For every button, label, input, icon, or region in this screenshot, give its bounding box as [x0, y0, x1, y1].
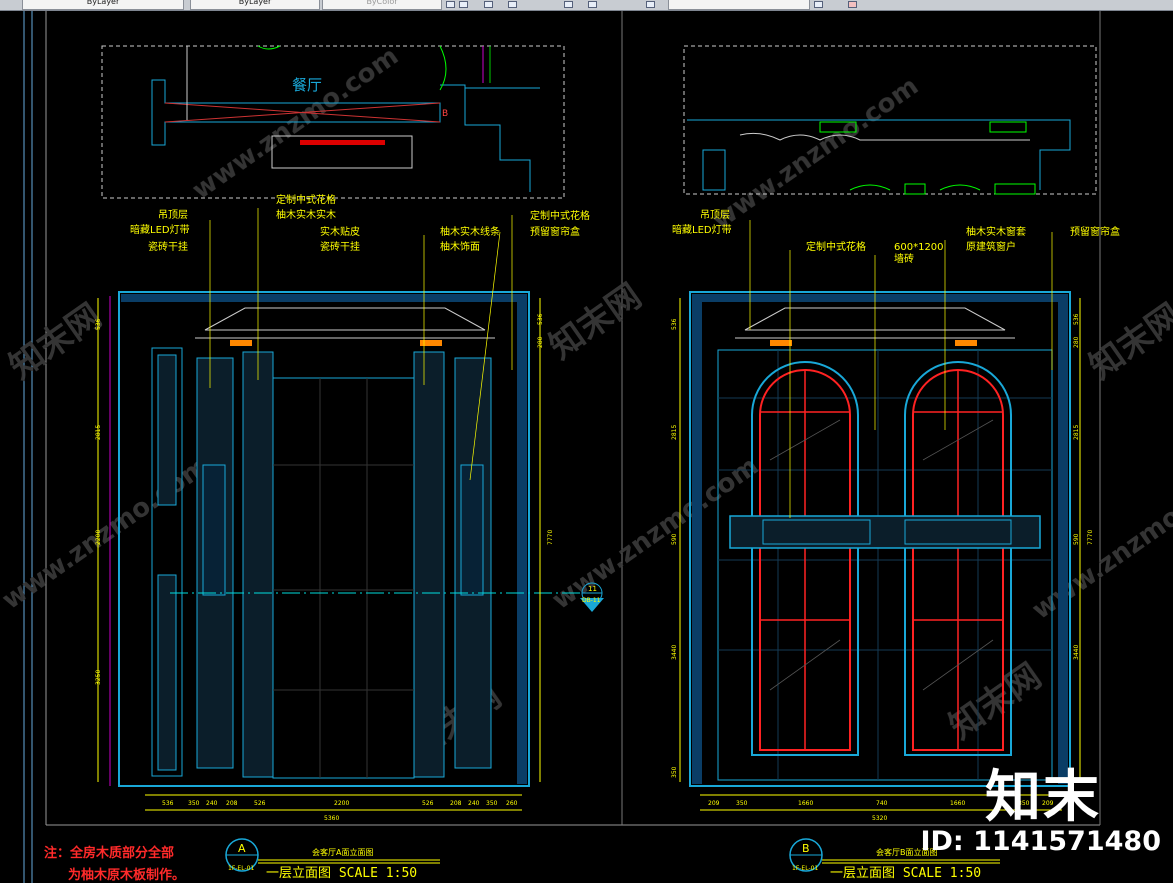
watermark-url: www.znzmo.com	[187, 41, 404, 206]
save-icon[interactable]	[459, 1, 468, 8]
match-icon[interactable]	[508, 1, 517, 8]
title-b-large: 一层立面图 SCALE 1:50	[830, 866, 982, 881]
dim-b-left: 3440	[671, 645, 678, 660]
dim-a-bottom: 260	[506, 800, 518, 807]
note-line-2: 为柚木原木板制作。	[68, 868, 186, 883]
label-b-led: 暗藏LED灯带	[672, 223, 732, 236]
label-b-original-window: 原建筑窗户	[966, 240, 1016, 253]
label-a-tile: 瓷砖干挂	[148, 240, 188, 253]
title-b-ref: 1F-EL-01	[792, 865, 818, 872]
label-b-tile: 墙砖	[894, 252, 914, 265]
plotstyle-dropdown[interactable]: ByColor	[322, 0, 442, 10]
dim-a-bottom: 208	[450, 800, 462, 807]
image-id-watermark: ID: 1141571480	[920, 826, 1161, 857]
title-a-ref: 1F-EL-01	[228, 865, 254, 872]
dim-b-right: 2815	[1073, 425, 1080, 440]
label-a-finish: 柚木饰面	[440, 240, 480, 253]
properties-icon[interactable]	[484, 1, 493, 8]
dim-b-left: 536	[671, 318, 678, 330]
label-b-tile-size: 600*1200	[894, 242, 944, 253]
title-a-letter: A	[238, 842, 246, 855]
plan-annotation: B	[442, 109, 448, 119]
dim-b-right: 280	[1073, 336, 1080, 348]
label-a-tile-2: 瓷砖干挂	[320, 240, 360, 253]
dim-a-bottom: 350	[188, 800, 200, 807]
dim-b-right: 536	[1073, 313, 1080, 325]
pencil-icon[interactable]	[646, 1, 655, 8]
title-b-letter: B	[802, 842, 810, 855]
dim-b-right: 7770	[1087, 530, 1094, 545]
brand-watermark: 知末	[985, 765, 1101, 830]
label-a-led: 暗藏LED灯带	[130, 223, 190, 236]
close-icon[interactable]	[848, 1, 857, 8]
dim-a-bottom: 526	[254, 800, 266, 807]
dim-b-right: 3440	[1073, 645, 1080, 660]
label-b-ceiling: 吊顶层	[700, 209, 730, 221]
watermark-text: 知末网	[2, 296, 108, 387]
section-mark-ref: DB-11	[582, 597, 601, 604]
plan-room-label: 餐厅	[292, 76, 322, 94]
plan-view-a: 餐厅 B	[101, 45, 565, 199]
label-b-lattice: 定制中式花格	[806, 240, 866, 253]
dim-b-left: 2815	[671, 425, 678, 440]
label-a-teak: 柚木实木实木	[276, 208, 336, 221]
dim-b-bottom: 209	[708, 800, 720, 807]
blank-field[interactable]	[668, 0, 810, 10]
label-b-curtain: 预留窗帘盒	[1070, 225, 1120, 238]
label-b-window-frame: 柚木实木窗套	[966, 225, 1026, 238]
dim-a-left: 2815	[95, 425, 102, 440]
dim-b-right: 590	[1073, 533, 1080, 545]
note-line-1: 注：全房木质部分全部	[44, 846, 175, 861]
dim-a-left: 2200	[95, 530, 102, 545]
cad-toolbar: ByLayer ByLayer ByColor	[0, 0, 1173, 11]
dim-a-left: 536	[95, 318, 102, 330]
watermark-url: www.znzmo.com	[707, 71, 924, 236]
dim-a-bottom: 536	[162, 800, 174, 807]
label-a-curtain: 预留窗帘盒	[530, 225, 580, 238]
dim-a-right: 7770	[547, 530, 554, 545]
dim-b-bottom: 1660	[950, 800, 965, 807]
dim-a-bottom: 208	[226, 800, 238, 807]
redo-icon[interactable]	[588, 1, 597, 8]
label-a-lattice: 定制中式花格	[276, 193, 336, 206]
dim-a-bottom: 350	[486, 800, 498, 807]
layer-state-icon[interactable]	[814, 1, 823, 8]
label-a-molding: 柚木实木线条	[440, 225, 500, 238]
label-a-lattice-2: 定制中式花格	[530, 209, 590, 222]
section-mark-number: 11	[588, 585, 597, 593]
plan-view-b	[683, 45, 1097, 195]
label-a-veneer: 实木贴皮	[320, 225, 360, 238]
dim-a-bottom: 240	[468, 800, 480, 807]
linetype-dropdown[interactable]: ByLayer	[22, 0, 184, 10]
layer-icon[interactable]	[446, 1, 455, 8]
dim-a-left: 3250	[95, 670, 102, 685]
watermark-text: 知末网	[1082, 296, 1173, 387]
dim-a-bottom: 2200	[334, 800, 349, 807]
dim-b-left: 350	[671, 766, 678, 778]
title-a-large: 一层立面图 SCALE 1:50	[266, 866, 418, 881]
dim-b-left: 590	[671, 533, 678, 545]
watermark-text: 知末网	[542, 276, 648, 367]
lineweight-dropdown[interactable]: ByLayer	[190, 0, 320, 10]
dim-a-bottom: 526	[422, 800, 434, 807]
label-a-ceiling: 吊顶层	[158, 209, 188, 221]
dim-b-total: 5320	[872, 815, 887, 822]
title-a-small: 会客厅A面立面图	[312, 848, 374, 857]
dim-a-total: 5360	[324, 815, 339, 822]
dim-b-bottom: 1660	[798, 800, 813, 807]
dim-a-right: 280	[537, 336, 544, 348]
dim-b-bottom: 350	[736, 800, 748, 807]
dim-a-bottom: 240	[206, 800, 218, 807]
undo-icon[interactable]	[564, 1, 573, 8]
dim-a-right: 536	[537, 313, 544, 325]
dim-b-bottom: 740	[876, 800, 888, 807]
elevation-a: 11 DB-11 吊顶层 暗藏LED灯带 瓷砖干挂 定制中式花格 柚木实木实木 …	[95, 193, 604, 872]
